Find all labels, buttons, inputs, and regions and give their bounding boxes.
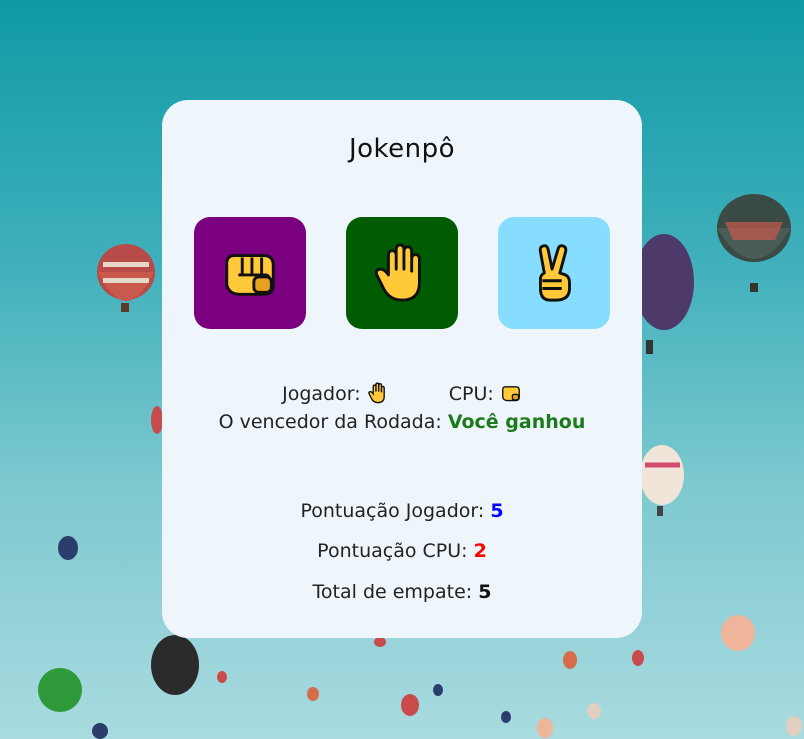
- fist-icon: [225, 254, 275, 296]
- game-card: Jokenpô Jogador: CPU: O vencedor da Roda…: [162, 100, 642, 638]
- rock-button[interactable]: [194, 217, 306, 329]
- player-score-label: Pontuação Jogador:: [300, 500, 485, 522]
- victory-hand-icon: [538, 244, 571, 302]
- ties-total-value: 5: [478, 581, 492, 603]
- round-winner-label: O vencedor da Rodada:: [218, 411, 442, 433]
- ties-total-label: Total de empate:: [312, 581, 473, 603]
- ties-total: Total de empate: 5: [162, 581, 642, 603]
- round-choices: Jogador: CPU:: [162, 382, 642, 405]
- raised-hand-icon: [367, 382, 385, 404]
- player-score: Pontuação Jogador: 5: [162, 500, 642, 522]
- cpu-choice-label: CPU:: [448, 383, 494, 405]
- hot-air-balloon-icon: [97, 244, 155, 312]
- game-title: Jokenpô: [348, 134, 456, 164]
- round-winner: O vencedor da Rodada: Você ganhou: [162, 411, 642, 433]
- paper-button[interactable]: [346, 217, 458, 329]
- player-choice-label: Jogador:: [282, 383, 361, 405]
- round-winner-value: Você ganhou: [447, 411, 586, 433]
- cpu-score-value: 2: [473, 540, 487, 562]
- hot-air-balloon-icon: [717, 194, 791, 292]
- cpu-score-label: Pontuação CPU:: [317, 540, 468, 562]
- scissors-button[interactable]: [498, 217, 610, 329]
- raised-hand-icon: [374, 243, 421, 302]
- fist-icon: [501, 386, 520, 402]
- cpu-score: Pontuação CPU: 2: [162, 540, 642, 562]
- player-score-value: 5: [490, 500, 504, 522]
